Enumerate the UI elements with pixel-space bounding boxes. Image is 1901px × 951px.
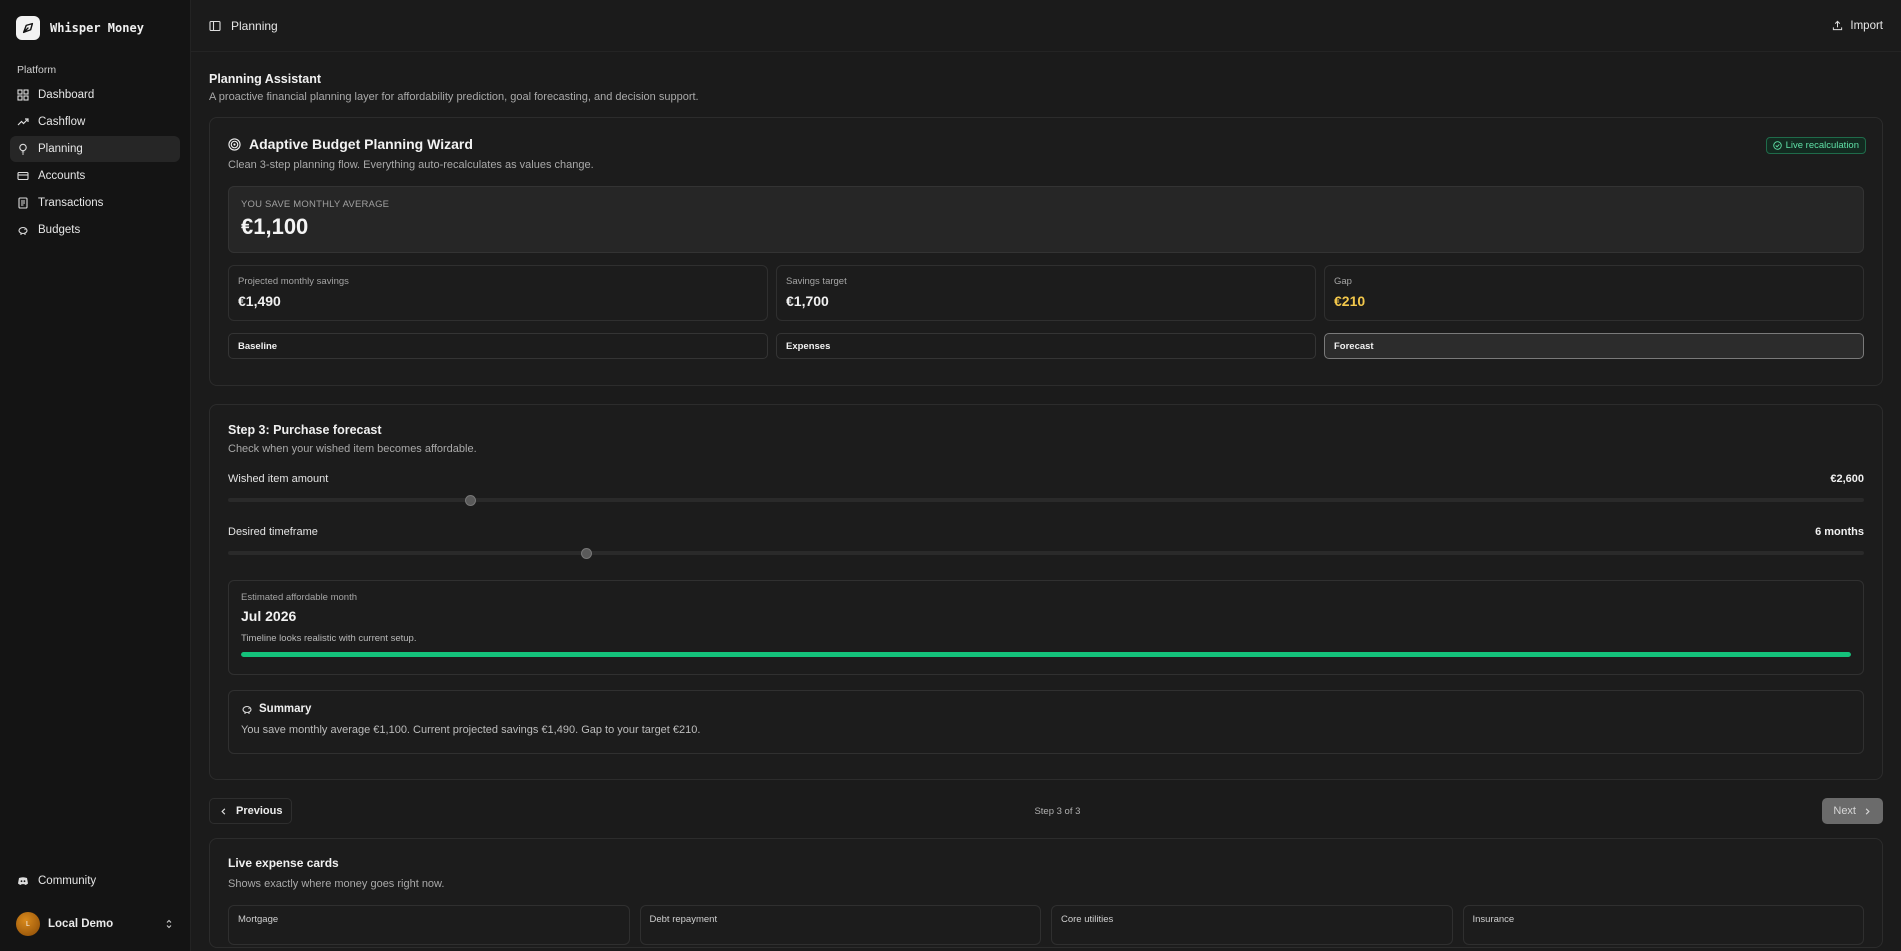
live-recalculation-badge: Live recalculation (1765, 137, 1866, 154)
app-name: Whisper Money (50, 21, 144, 35)
live-cards-title: Live expense cards (228, 856, 339, 870)
avatar: L (16, 912, 40, 936)
next-label: Next (1833, 805, 1856, 817)
community-label: Community (38, 875, 97, 887)
target-icon (228, 137, 241, 151)
sidebar-item-transactions[interactable]: Transactions (10, 190, 180, 216)
stat-value: €210 (1334, 293, 1366, 309)
dashboard-grid-icon (17, 89, 29, 101)
lightbulb-icon (19, 143, 27, 155)
section-subtitle: A proactive financial planning layer for… (209, 91, 699, 103)
sidebar-toggle-icon[interactable] (209, 20, 221, 32)
sidebar-item-planning[interactable]: Planning (10, 136, 180, 162)
topbar: Planning Import (191, 0, 1901, 52)
item-amount-label: Wished item amount (228, 473, 329, 485)
chevron-right-icon (1865, 807, 1870, 815)
piggy-bank-icon (18, 226, 28, 235)
credit-card-icon (17, 171, 29, 181)
chevrons-up-down-icon (166, 919, 172, 929)
step-expenses-button[interactable]: Expenses (776, 333, 1316, 359)
wizard-pager: Previous Step 3 of 3 Next (209, 798, 1883, 824)
user-name: Local Demo (48, 918, 114, 930)
badge-label: Live recalculation (1785, 140, 1859, 151)
wizard-title: Adaptive Budget Planning Wizard (249, 136, 473, 152)
receipt-icon (18, 197, 28, 209)
user-menu[interactable]: L Local Demo (10, 909, 180, 939)
timeframe-value: 6 months (1815, 526, 1864, 538)
purchase-forecast-card: Step 3: Purchase forecast Check when you… (209, 404, 1883, 780)
trending-up-icon (17, 118, 29, 126)
item-amount-slider[interactable] (228, 494, 1864, 506)
stat-label: Savings target (786, 276, 847, 287)
timeframe-slider[interactable] (228, 547, 1864, 559)
live-expense-cards: Live expense cards Shows exactly where m… (209, 838, 1883, 948)
planning-wizard-card: Adaptive Budget Planning Wizard Live rec… (209, 117, 1883, 386)
sidebar-item-label: Accounts (38, 170, 86, 182)
import-button[interactable]: Import (1832, 20, 1883, 32)
affordable-month-label: Estimated affordable month (241, 592, 358, 603)
upload-icon (1833, 20, 1843, 31)
expense-card-insurance[interactable]: Insurance (1462, 905, 1864, 945)
summary-box: Summary You save monthly average €1,100.… (228, 690, 1864, 754)
stat-label: Projected monthly savings (238, 276, 349, 287)
sidebar-item-label: Transactions (38, 197, 104, 209)
expense-card-core-utilities[interactable]: Core utilities (1051, 905, 1453, 945)
expense-card-debt-repayment[interactable]: Debt repayment (639, 905, 1041, 945)
slider-thumb[interactable] (464, 494, 476, 506)
step-baseline-button[interactable]: Baseline (228, 333, 768, 359)
summary-text: You save monthly average €1,100. Current… (241, 724, 701, 736)
sidebar-item-label: Dashboard (38, 89, 95, 101)
stat-value: €1,700 (786, 293, 829, 309)
next-button[interactable]: Next (1822, 798, 1883, 824)
forecast-title: Step 3: Purchase forecast (228, 423, 382, 437)
sidebar-item-cashflow[interactable]: Cashflow (10, 109, 180, 135)
stat-label: Gap (1334, 276, 1352, 287)
piggy-bank-icon (242, 705, 252, 714)
sidebar-item-accounts[interactable]: Accounts (10, 163, 180, 189)
wizard-subtitle: Clean 3-step planning flow. Everything a… (228, 159, 594, 171)
sidebar-item-dashboard[interactable]: Dashboard (10, 82, 180, 108)
sidebar-item-label: Cashflow (38, 116, 86, 128)
monthly-average-value: €1,100 (241, 214, 309, 239)
section-title: Planning Assistant (209, 72, 322, 86)
progress-fill (241, 652, 1851, 657)
previous-label: Previous (236, 805, 283, 817)
gap-stat: Gap €210 (1324, 265, 1864, 321)
monthly-average-label: YOU SAVE MONTHLY AVERAGE (241, 199, 390, 210)
app-logo-icon (16, 16, 40, 40)
savings-target-stat: Savings target €1,700 (776, 265, 1316, 321)
affordable-month-box: Estimated affordable month Jul 2026 Time… (228, 580, 1864, 675)
sidebar-item-label: Budgets (38, 224, 81, 236)
import-label: Import (1850, 19, 1883, 32)
affordable-month-value: Jul 2026 (241, 608, 297, 624)
sidebar: Whisper Money Platform Dashboard Cashflo… (0, 0, 190, 951)
summary-title: Summary (259, 703, 312, 715)
timeframe-label: Desired timeframe (228, 526, 318, 538)
community-link[interactable]: Community (10, 868, 180, 894)
chevron-left-icon (221, 807, 226, 815)
slider-thumb[interactable] (580, 547, 592, 559)
main-panel: Planning Import Planning Assistant A pro… (190, 0, 1901, 951)
affordable-note: Timeline looks realistic with current se… (241, 633, 417, 644)
expense-card-mortgage[interactable]: Mortgage (228, 905, 630, 945)
brand[interactable]: Whisper Money (10, 14, 180, 42)
item-amount-value: €2,600 (1830, 473, 1864, 485)
nav-section-label: Platform (17, 64, 57, 76)
sidebar-item-label: Planning (38, 143, 83, 155)
page-title: Planning (231, 18, 278, 33)
forecast-subtitle: Check when your wished item becomes affo… (228, 443, 477, 455)
stat-value: €1,490 (238, 293, 281, 309)
projected-savings-stat: Projected monthly savings €1,490 (228, 265, 768, 321)
sidebar-item-budgets[interactable]: Budgets (10, 217, 180, 243)
check-circle-icon (1772, 141, 1782, 150)
monthly-average-box: YOU SAVE MONTHLY AVERAGE €1,100 (228, 186, 1864, 253)
live-cards-subtitle: Shows exactly where money goes right now… (228, 878, 445, 890)
affordability-progress-bar (241, 652, 1851, 657)
step-forecast-button[interactable]: Forecast (1324, 333, 1864, 359)
step-indicator: Step 3 of 3 (1034, 805, 1081, 817)
discord-icon (18, 877, 28, 885)
previous-button[interactable]: Previous (209, 798, 293, 824)
